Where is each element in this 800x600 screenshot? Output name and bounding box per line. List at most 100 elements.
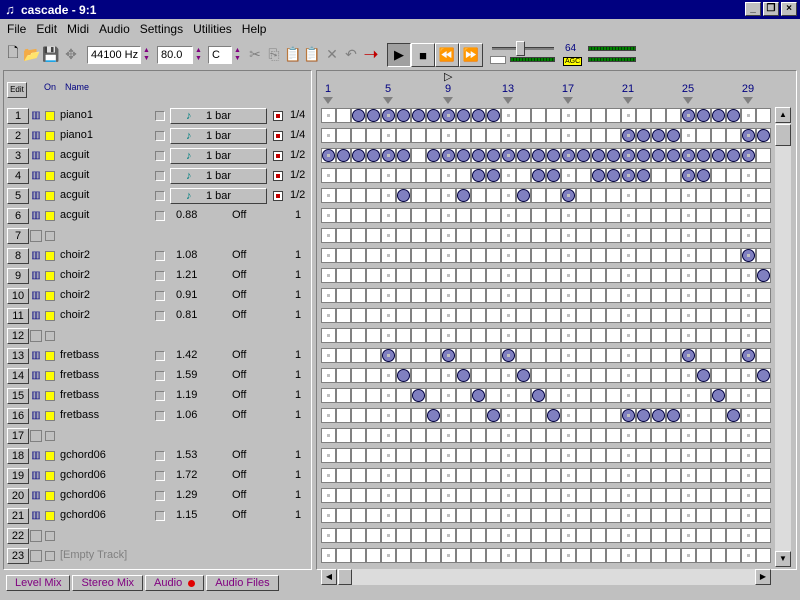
pattern-block[interactable] [397,369,410,382]
pattern-cell[interactable] [621,428,636,443]
pattern-block[interactable] [352,149,365,162]
pattern-block[interactable] [622,129,635,142]
pattern-cell[interactable] [396,108,411,123]
pattern-cell[interactable] [486,308,501,323]
pattern-cell[interactable] [396,488,411,503]
pattern-cell[interactable] [741,368,756,383]
pattern-cell[interactable] [591,148,606,163]
pattern-block[interactable] [442,149,455,162]
pattern-cell[interactable] [351,208,366,223]
track-channel[interactable]: 1 [295,409,301,421]
track-number-button[interactable]: 23 [7,548,29,564]
pattern-cell[interactable] [576,128,591,143]
pattern-cell[interactable] [471,508,486,523]
pattern-cell[interactable] [711,528,726,543]
pattern-cell[interactable] [606,408,621,423]
pattern-cell[interactable] [591,508,606,523]
pattern-cell[interactable] [441,348,456,363]
pattern-cell[interactable] [426,428,441,443]
pattern-cell[interactable] [711,248,726,263]
track-length-button[interactable]: ♪ 1 bar [170,128,267,144]
pattern-cell[interactable] [351,548,366,563]
pattern-cell[interactable] [756,468,771,483]
pattern-cell[interactable] [726,308,741,323]
track-on-toggle[interactable] [45,331,55,341]
pattern-block[interactable] [397,189,410,202]
pattern-cell[interactable] [471,148,486,163]
pattern-cell[interactable] [726,228,741,243]
pattern-cell[interactable] [681,428,696,443]
pattern-cell[interactable] [456,428,471,443]
pattern-cell[interactable] [756,388,771,403]
bar-marker-icon[interactable] [323,97,333,104]
pattern-cell[interactable] [576,528,591,543]
pattern-cell[interactable] [561,548,576,563]
pattern-cell[interactable] [426,208,441,223]
pattern-cell[interactable] [741,128,756,143]
pattern-cell[interactable] [756,208,771,223]
track-number-button[interactable]: 11 [7,308,29,324]
pattern-cell[interactable] [441,488,456,503]
pattern-cell[interactable] [351,168,366,183]
pattern-block[interactable] [427,109,440,122]
pattern-cell[interactable] [636,148,651,163]
track-number-button[interactable]: 19 [7,468,29,484]
pattern-cell[interactable] [531,368,546,383]
pattern-block[interactable] [487,409,500,422]
pattern-cell[interactable] [381,148,396,163]
pattern-cell[interactable] [756,508,771,523]
pattern-cell[interactable] [621,168,636,183]
track-checkbox[interactable] [155,391,165,401]
pattern-block[interactable] [622,409,635,422]
pattern-cell[interactable] [336,408,351,423]
pattern-cell[interactable] [546,448,561,463]
menu-file[interactable]: File [2,22,31,36]
track-number-button[interactable]: 16 [7,408,29,424]
pattern-cell[interactable] [651,248,666,263]
track-on-toggle[interactable] [45,551,55,561]
pattern-cell[interactable] [351,488,366,503]
pattern-cell[interactable] [576,368,591,383]
pattern-cell[interactable] [756,248,771,263]
pattern-cell[interactable] [366,208,381,223]
track-checkbox[interactable] [155,271,165,281]
track-on-toggle[interactable] [45,491,55,501]
pattern-block[interactable] [742,129,755,142]
pattern-cell[interactable] [726,408,741,423]
track-checkbox[interactable] [155,251,165,261]
pattern-cell[interactable] [696,308,711,323]
pattern-cell[interactable] [621,148,636,163]
pattern-cell[interactable] [456,328,471,343]
pattern-cell[interactable] [531,108,546,123]
pattern-cell[interactable] [396,408,411,423]
track-on-toggle[interactable] [45,191,55,201]
pattern-cell[interactable] [321,388,336,403]
pattern-block[interactable] [487,109,500,122]
keyboard-icon[interactable]: ▥ [30,210,42,222]
pattern-cell[interactable] [531,128,546,143]
pattern-cell[interactable] [351,508,366,523]
pattern-block[interactable] [667,129,680,142]
pattern-cell[interactable] [441,308,456,323]
pattern-cell[interactable] [741,488,756,503]
pattern-cell[interactable] [756,188,771,203]
track-name[interactable]: acguit [60,209,89,221]
pattern-cell[interactable] [636,368,651,383]
pattern-cell[interactable] [531,188,546,203]
track-name[interactable]: acguit [60,189,89,201]
pattern-cell[interactable] [576,328,591,343]
track-number-button[interactable]: 10 [7,288,29,304]
pattern-cell[interactable] [516,368,531,383]
pattern-cell[interactable] [411,188,426,203]
pattern-cell[interactable] [711,388,726,403]
track-number-button[interactable]: 21 [7,508,29,524]
pattern-cell[interactable] [696,388,711,403]
track-effect-status[interactable]: Off [232,349,246,361]
pattern-cell[interactable] [561,488,576,503]
pattern-cell[interactable] [486,508,501,523]
track-on-toggle[interactable] [45,311,55,321]
pattern-cell[interactable] [396,128,411,143]
pattern-cell[interactable] [531,348,546,363]
pattern-cell[interactable] [396,348,411,363]
track-checkbox[interactable] [155,291,165,301]
